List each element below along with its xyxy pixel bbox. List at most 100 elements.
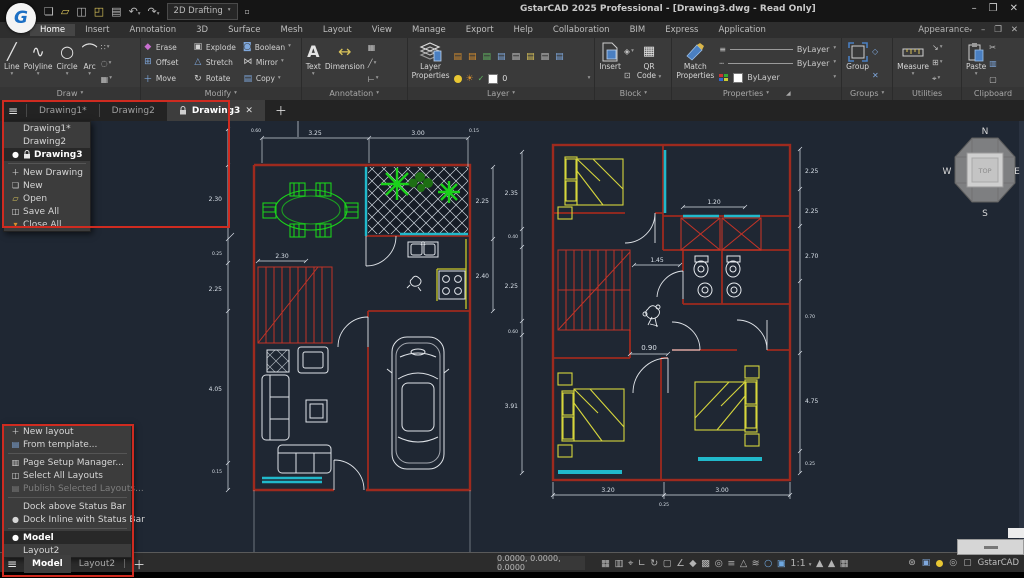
layer-lock-icon[interactable]: ▤ — [512, 52, 521, 62]
ribbon-tab-export[interactable]: Export — [456, 24, 504, 36]
viewcube-east[interactable]: E — [1014, 167, 1020, 177]
ribbon-tab-mesh[interactable]: Mesh — [270, 24, 312, 36]
viewcube-top-face[interactable]: TOP — [977, 167, 991, 175]
menu-item-new[interactable]: ❏ New — [4, 179, 90, 192]
canvas-scrollbar[interactable] — [1019, 121, 1024, 552]
layer-unlock-icon[interactable]: ▤ — [526, 52, 535, 62]
menu-item-dock-above[interactable]: Dock above Status Bar — [4, 500, 131, 513]
tab-drawing1[interactable]: Drawing1* — [27, 100, 99, 121]
panel-label-annotation[interactable]: Annotation ▾ — [301, 87, 407, 100]
zoom-tool-icon[interactable]: ○ — [764, 558, 772, 569]
ribbon-tab-manage[interactable]: Manage — [402, 24, 456, 36]
close-button[interactable]: ✕ — [1010, 3, 1018, 14]
object-tracking-icon[interactable]: ◆ — [689, 558, 696, 569]
ribbon-tab-view[interactable]: View — [362, 24, 402, 36]
arc-button[interactable]: ⌒ Arc ▾ — [80, 40, 100, 87]
redo-icon[interactable]: ↷▾ — [148, 5, 160, 18]
ribbon-tab-home[interactable]: Home — [30, 24, 76, 36]
viewcube-west[interactable]: W — [943, 167, 952, 177]
undo-icon[interactable]: ↶▾ — [129, 5, 141, 18]
new-file-icon[interactable]: ❏ — [44, 5, 54, 18]
doc-close-button[interactable]: ✕ — [1011, 25, 1018, 35]
toolbar-options-icon[interactable]: ▫ — [245, 7, 250, 16]
open-file-icon[interactable]: ▱ — [61, 5, 69, 18]
menu-item-close-all[interactable]: ▾ Close All — [4, 218, 90, 231]
quick-select-icon[interactable]: ↘ ▾ — [932, 43, 942, 52]
tab-drawing3[interactable]: Drawing3 ✕ — [166, 100, 265, 121]
panel-label-utilities[interactable]: Utilities — [893, 87, 962, 100]
menu-item-save-all[interactable]: ◫ Save All — [4, 205, 90, 218]
ribbon-tab-application[interactable]: Application — [708, 24, 776, 36]
paste-button[interactable]: Paste ▾ — [964, 40, 988, 87]
doc-restore-button[interactable]: ❐ — [994, 25, 1002, 35]
hatch-display-icon[interactable]: ▩ — [701, 558, 710, 569]
ortho-toggle-icon[interactable]: ∟ — [638, 558, 646, 569]
leader-tool-button[interactable]: ╱ ▾ — [368, 59, 379, 68]
panel-label-properties[interactable]: Properties ▾ ◢ — [672, 87, 842, 100]
menu-item-new-drawing[interactable]: ＋ New Drawing — [4, 166, 90, 179]
linetype-dropdown[interactable]: ┄ ByLayer ▾ — [719, 59, 836, 68]
annotation-scale[interactable]: 1:1 ▾ — [790, 558, 811, 569]
print-icon[interactable]: ▤ — [111, 5, 121, 18]
model-paper-toggle-icon[interactable]: ▣ — [777, 558, 786, 569]
drawing-tabs-menu-button[interactable]: ≡ — [0, 100, 26, 121]
cloud-sync-icon[interactable]: ▣ — [922, 558, 931, 568]
menu-item-dock-inline[interactable]: ● Dock Inline with Status Bar — [4, 513, 145, 526]
measure-button[interactable]: Measure ▾ — [895, 40, 931, 87]
save-as-icon[interactable]: ◰ — [94, 5, 104, 18]
save-icon[interactable]: ◫ — [76, 5, 86, 18]
auto-annotation-icon[interactable]: ▲ — [828, 558, 835, 569]
ungroup-icon[interactable]: ◇ — [872, 47, 879, 56]
drawing-canvas[interactable]: 3.25 3.00 0.60 0.15 2.30 2.30 0.25 2.25 … — [0, 121, 1024, 568]
menu-item-drawing3[interactable]: ● Drawing3 — [4, 148, 90, 161]
layer-on-icon[interactable]: ▤ — [483, 52, 492, 62]
workspace-switcher[interactable]: 2D Drafting ▾ — [166, 2, 238, 20]
boolean-button[interactable]: ◙ Boolean ▾ — [243, 42, 291, 52]
group-button[interactable]: Group — [844, 40, 871, 87]
panel-label-clipboard[interactable]: Clipboard — [962, 87, 1024, 100]
panel-label-layer[interactable]: Layer ▾ — [407, 87, 595, 100]
copy-button[interactable]: ▤ Copy ▾ — [243, 74, 291, 84]
hatch-tools-button[interactable]: ▦ ▾ — [101, 75, 112, 84]
clean-screen-icon[interactable]: ▢ — [963, 558, 972, 568]
panel-label-block[interactable]: Block ▾ — [595, 87, 672, 100]
ribbon-tab-collaboration[interactable]: Collaboration — [543, 24, 620, 36]
layer-match-icon[interactable]: ▤ — [555, 52, 564, 62]
layer-dropdown[interactable]: ☀ ✓ 0 ▾ — [453, 72, 590, 85]
dynamic-input-icon[interactable]: ⌖ — [628, 558, 633, 569]
circle-button[interactable]: ○ Circle ▾ — [55, 40, 80, 87]
restore-button[interactable]: ❐ — [989, 3, 998, 14]
annotation-visibility-icon[interactable]: ▲ — [816, 558, 823, 569]
layer-thaw-icon[interactable]: ▤ — [541, 52, 550, 62]
copy-base-icon[interactable]: ▢ — [989, 75, 997, 84]
menu-item-page-setup[interactable]: ▥ Page Setup Manager... — [4, 456, 131, 469]
block-attach-icon[interactable]: ⊡ — [624, 71, 634, 80]
rotate-button[interactable]: ↻ Rotate — [193, 74, 241, 84]
lineweight-dropdown[interactable]: ≡ ByLayer ▾ — [719, 45, 836, 54]
isodraft-icon[interactable]: ▢ — [663, 558, 672, 569]
layout-tabs-menu-button[interactable]: ≡ — [0, 557, 24, 571]
mirror-button[interactable]: ⋈ Mirror ▾ — [243, 57, 291, 67]
layer-isolate-icon[interactable]: ▤ — [468, 52, 477, 62]
settings-gear-icon[interactable]: ⊛ — [908, 558, 916, 568]
explode-button[interactable]: ▣ Explode — [193, 42, 241, 52]
calculator-icon[interactable]: ⊞ ▾ — [932, 58, 942, 67]
appearance-menu[interactable]: Appearance▾ — [918, 25, 972, 35]
snap-toggle-icon[interactable]: ▥ — [614, 558, 623, 569]
workspace-grid-icon[interactable]: ▦ — [840, 558, 849, 569]
cut-icon[interactable]: ✂ — [989, 43, 997, 52]
match-properties-button[interactable]: Match Properties — [674, 40, 716, 87]
dimension-button[interactable]: ↔ Dimension — [323, 40, 367, 87]
command-tray-handle[interactable] — [1008, 528, 1024, 538]
menu-item-drawing2[interactable]: Drawing2 — [4, 135, 90, 148]
ribbon-tab-annotation[interactable]: Annotation — [120, 24, 187, 36]
block-edit-icon[interactable]: ◈ ▾ — [624, 47, 634, 56]
view-cube[interactable]: TOP N S W E — [943, 127, 1021, 219]
id-point-icon[interactable]: ⌖ ▾ — [932, 74, 942, 84]
isolate-objects-icon[interactable]: ◎ — [949, 558, 957, 568]
ribbon-tab-bim[interactable]: BIM — [620, 24, 656, 36]
menu-item-drawing1[interactable]: Drawing1* — [4, 122, 90, 135]
ribbon-tab-3d[interactable]: 3D — [186, 24, 218, 36]
collapsed-command-bar[interactable] — [957, 539, 1024, 555]
panel-label-modify[interactable]: Modify ▾ — [140, 87, 301, 100]
